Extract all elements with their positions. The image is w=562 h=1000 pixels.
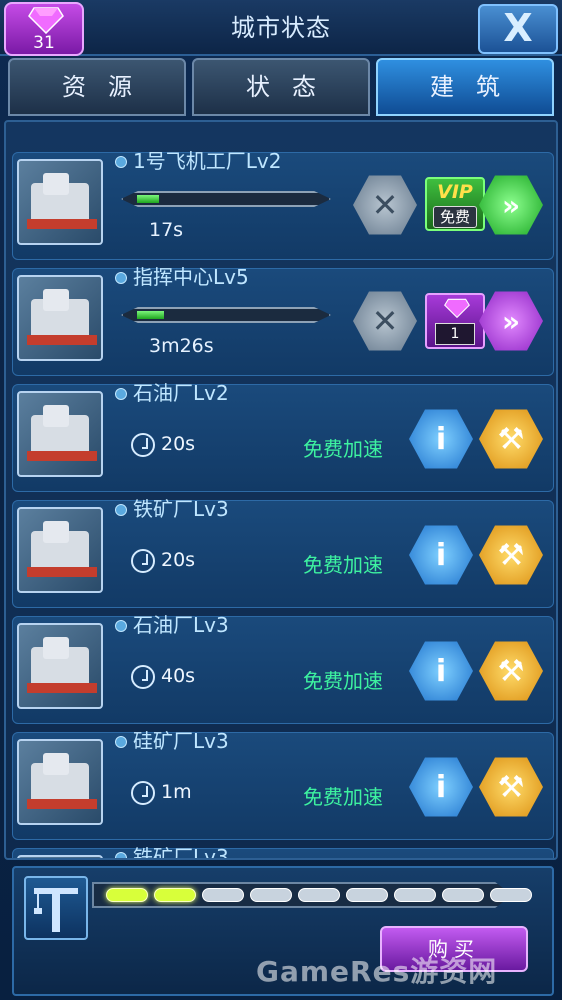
clock-icon (131, 549, 155, 573)
building-name: 石油厂Lv2 (109, 379, 229, 407)
vip-label: VIP (437, 181, 473, 203)
info-icon: i (435, 537, 447, 573)
gem-cost-badge[interactable]: 1 (425, 293, 485, 349)
queue-slot (250, 888, 292, 902)
build-button[interactable]: ⚒ (479, 641, 543, 701)
building-thumbnail (17, 855, 103, 858)
queue-slot (154, 888, 196, 902)
hammer-icon: ⚒ (497, 421, 525, 457)
list-item: 指挥中心Lv5 3m26s ✕ 1 » (12, 265, 554, 376)
build-button[interactable]: ⚒ (479, 409, 543, 469)
queue-slot (346, 888, 388, 902)
hammer-icon: ⚒ (497, 537, 525, 573)
building-thumbnail (17, 275, 103, 361)
hammer-icon: ⚒ (497, 653, 525, 689)
progress-fill (137, 311, 164, 319)
vip-free-badge[interactable]: VIP 免费 (425, 177, 485, 231)
double-chevron-icon: » (501, 304, 521, 338)
tab-status[interactable]: 状态 (192, 58, 370, 116)
tab-buildings[interactable]: 建筑 (376, 58, 554, 116)
crane-icon (24, 876, 88, 940)
upgrade-progress-bar (121, 191, 331, 207)
top-bar: 31 城市状态 X (0, 0, 562, 56)
speedup-button[interactable]: » (479, 291, 543, 351)
cancel-button[interactable]: ✕ (353, 175, 417, 235)
list-item: 石油厂Lv2 20s 免费加速 i ⚒ (12, 381, 554, 492)
building-name: 硅矿厂Lv3 (109, 727, 229, 755)
cancel-icon: ✕ (371, 302, 399, 340)
remaining-time: 1m (161, 781, 192, 803)
free-speedup-label[interactable]: 免费加速 (303, 549, 383, 578)
clock-icon (131, 781, 155, 805)
list-item: 硅矿厂Lv3 1m 免费加速 i ⚒ (12, 729, 554, 840)
building-list[interactable]: 1号飞机工厂Lv2 17s ✕ VIP 免费 » 指挥中心Lv5 3m26s ✕… (4, 120, 558, 860)
list-item: 铁矿厂Lv3 20s 免费加速 i ⚒ (12, 497, 554, 608)
free-speedup-label[interactable]: 免费加速 (303, 781, 383, 810)
building-name: 石油厂Lv3 (109, 611, 229, 639)
clock-icon (131, 665, 155, 689)
hammer-icon: ⚒ (497, 769, 525, 805)
gem-icon (444, 298, 470, 319)
building-thumbnail (17, 623, 103, 709)
city-status-screen: { "header": {"title": "城市状态", "gem_count… (0, 0, 562, 1000)
vip-free-label: 免费 (433, 206, 477, 228)
queue-slot (490, 888, 532, 902)
building-name: 铁矿厂Lv3 (109, 843, 229, 858)
queue-slot (106, 888, 148, 902)
close-button[interactable]: X (478, 4, 558, 54)
info-icon: i (435, 653, 447, 689)
speedup-button[interactable]: » (479, 175, 543, 235)
remaining-time: 3m26s (149, 335, 214, 357)
building-thumbnail (17, 391, 103, 477)
queue-slot (394, 888, 436, 902)
cancel-button[interactable]: ✕ (353, 291, 417, 351)
build-button[interactable]: ⚒ (479, 525, 543, 585)
building-name: 1号飞机工厂Lv2 (109, 147, 281, 175)
building-thumbnail (17, 507, 103, 593)
watermark: GameRes游资网 (256, 955, 498, 988)
info-icon: i (435, 421, 447, 457)
tab-bar: 资源 状态 建筑 (8, 58, 554, 118)
building-thumbnail (17, 739, 103, 825)
remaining-time: 20s (161, 549, 196, 571)
free-speedup-label[interactable]: 免费加速 (303, 665, 383, 694)
list-item: 1号飞机工厂Lv2 17s ✕ VIP 免费 » (12, 149, 554, 260)
build-button[interactable]: ⚒ (479, 757, 543, 817)
queue-slot (442, 888, 484, 902)
double-chevron-icon: » (501, 188, 521, 222)
building-name: 指挥中心Lv5 (109, 263, 249, 291)
queue-slot (202, 888, 244, 902)
info-button[interactable]: i (409, 757, 473, 817)
remaining-time: 17s (149, 219, 184, 241)
clock-icon (131, 433, 155, 457)
tab-resources[interactable]: 资源 (8, 58, 186, 116)
queue-slot (298, 888, 340, 902)
remaining-time: 40s (161, 665, 196, 687)
info-button[interactable]: i (409, 641, 473, 701)
building-thumbnail (17, 159, 103, 245)
cancel-icon: ✕ (371, 186, 399, 224)
info-icon: i (435, 769, 447, 805)
remaining-time: 20s (161, 433, 196, 455)
info-button[interactable]: i (409, 525, 473, 585)
free-speedup-label[interactable]: 免费加速 (303, 433, 383, 462)
info-button[interactable]: i (409, 409, 473, 469)
list-item: 石油厂Lv3 40s 免费加速 i ⚒ (12, 613, 554, 724)
gem-cost: 1 (435, 323, 475, 345)
upgrade-progress-bar (121, 307, 331, 323)
building-name: 铁矿厂Lv3 (109, 495, 229, 523)
progress-fill (137, 195, 159, 203)
list-item: 铁矿厂Lv3 (12, 845, 554, 858)
